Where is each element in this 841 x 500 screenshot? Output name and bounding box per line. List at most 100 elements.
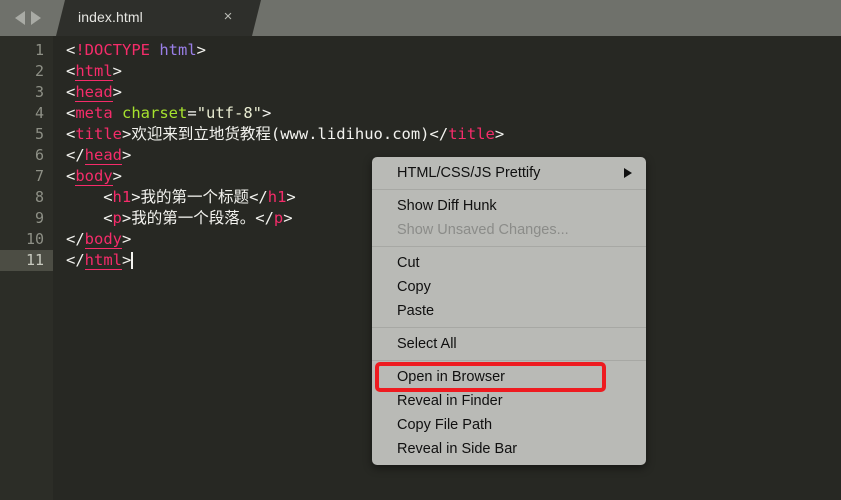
code-token: p [273,209,284,227]
line-number: 11 [0,250,53,271]
line-number: 3 [34,83,44,101]
code-token: > [122,146,132,164]
code-line[interactable]: <title>欢迎来到立地货教程(www.lidihuo.com)</title… [66,124,504,145]
line-number: 5 [34,125,44,143]
menu-item-html-css-js-prettify[interactable]: HTML/CSS/JS Prettify [372,161,646,185]
line-number-gutter: 1 2 3 4 5 6 7 8 9 10 11 [0,36,53,500]
code-token: < [66,62,76,80]
code-token: < [66,41,76,59]
code-token: !DOCTYPE [75,41,150,59]
code-token: title [448,125,495,143]
menu-group: HTML/CSS/JS Prettify [372,157,646,189]
menu-item-cut[interactable]: Cut [372,251,646,275]
code-token: body [75,167,113,186]
menu-item-label: Open in Browser [397,369,505,385]
code-token: h1 [112,188,132,206]
menu-item-label: Copy [397,279,431,295]
menu-item-paste[interactable]: Paste [372,299,646,323]
submenu-arrow-icon [624,168,632,178]
line-number: 4 [34,104,44,122]
menu-group: Show Diff Hunk Show Unsaved Changes... [372,189,646,246]
code-line[interactable]: <meta charset="utf-8"> [66,103,271,124]
menu-item-show-unsaved-changes: Show Unsaved Changes... [372,218,646,242]
code-token: title [75,125,123,143]
code-token: = [187,104,197,122]
menu-item-copy-file-path[interactable]: Copy File Path [372,413,646,437]
code-token: > [196,41,207,59]
code-token: 欢迎来到立地货教程 [131,125,271,143]
menu-group: Cut Copy Paste [372,246,646,327]
code-line[interactable]: </head> [66,145,131,166]
tab-title-label: index.html [78,9,143,25]
menu-item-copy[interactable]: Copy [372,275,646,299]
triangle-right-icon[interactable] [31,11,41,25]
code-token: > [494,125,505,143]
code-line[interactable]: <body> [66,166,122,187]
code-token: > [131,188,141,206]
code-token: </ [255,209,274,227]
code-token: < [66,125,76,143]
tab-bar: index.html × [0,0,841,36]
code-token: html [159,41,197,59]
code-line[interactable]: <h1>我的第一个标题</h1> [103,187,296,208]
code-token: "utf-8" [196,104,263,122]
code-token: charset [122,104,188,122]
menu-item-label: Show Diff Hunk [397,198,497,214]
code-token: p [112,209,122,227]
line-number: 6 [34,146,44,164]
menu-item-show-diff-hunk[interactable]: Show Diff Hunk [372,194,646,218]
line-number: 7 [34,167,44,185]
code-token: 我的第一个段落。 [131,209,256,227]
line-number: 8 [34,188,44,206]
editor-tab-index-html[interactable]: index.html × [56,0,261,36]
triangle-left-icon[interactable] [15,11,25,25]
menu-item-label: HTML/CSS/JS Prettify [397,165,541,181]
code-token: > [112,167,123,185]
code-token: body [84,230,122,249]
code-token: > [121,209,132,227]
code-token: > [122,125,132,143]
code-token: > [112,83,123,101]
code-token: </ [66,230,85,248]
code-line[interactable]: </body> [66,229,131,250]
code-token: </ [66,146,85,164]
code-token: head [75,83,113,102]
line-number: 10 [25,230,44,248]
close-icon[interactable]: × [220,9,236,25]
menu-item-label: Cut [397,255,420,271]
menu-item-label: Reveal in Side Bar [397,441,518,457]
code-token: < [103,188,113,206]
menu-item-label: Select All [397,336,457,352]
code-token: </ [66,251,85,269]
context-menu[interactable]: HTML/CSS/JS Prettify Show Diff Hunk Show U… [372,157,646,465]
code-token: < [66,104,76,122]
code-line[interactable]: <head> [66,82,122,103]
code-token: < [66,83,76,101]
menu-item-label: Show Unsaved Changes... [397,222,569,238]
code-token: </ [429,125,449,143]
menu-item-select-all[interactable]: Select All [372,332,646,356]
menu-item-reveal-in-side-bar[interactable]: Reveal in Side Bar [372,437,646,461]
menu-item-label: Paste [397,303,435,319]
code-token: > [122,230,132,248]
code-token: 我的第一个标题 [140,188,250,206]
menu-item-open-in-browser[interactable]: Open in Browser [372,365,646,389]
line-number: 2 [34,62,44,80]
code-token: head [84,146,122,165]
menu-item-label: Copy File Path [397,417,493,433]
tab-navigation-arrows[interactable] [0,0,56,36]
code-line[interactable]: <html> [66,61,122,82]
menu-group: Select All [372,327,646,360]
code-token: < [103,209,113,227]
code-token: html [84,251,122,270]
code-line[interactable]: </html> [66,250,131,271]
menu-item-reveal-in-finder[interactable]: Reveal in Finder [372,389,646,413]
code-token: > [262,104,272,122]
code-token: (www.lidihuo.com) [270,125,430,143]
code-line[interactable]: <p>我的第一个段落。</p> [103,208,292,229]
code-token: > [122,251,132,269]
code-token: meta [75,104,113,122]
code-line[interactable]: <!DOCTYPE html> [66,40,206,61]
code-token: html [75,62,113,81]
